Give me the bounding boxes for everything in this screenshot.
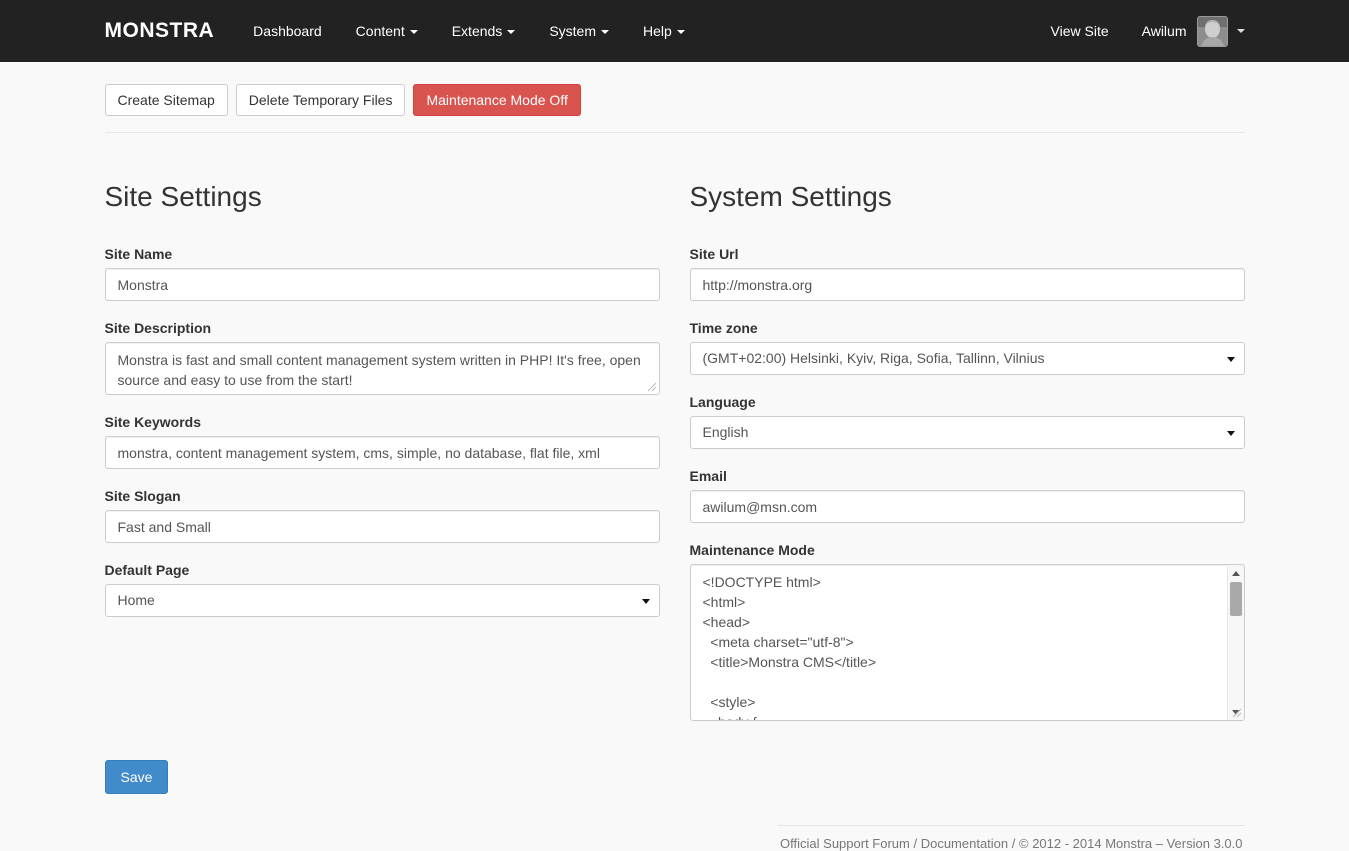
site-url-label: Site Url (690, 246, 1245, 262)
select-caret-icon (642, 599, 650, 604)
language-selected-value: English (703, 424, 749, 440)
page-footer: Official Support Forum / Documentation /… (778, 825, 1244, 851)
site-description-group: Site Description Monstra is fast and sma… (105, 320, 660, 395)
chevron-down-icon (507, 30, 515, 34)
navbar-right: View Site Awilum (1036, 13, 1245, 49)
site-name-input[interactable] (105, 268, 660, 301)
user-menu[interactable]: Awilum (1142, 16, 1245, 47)
site-url-input[interactable] (690, 268, 1245, 301)
actions-toolbar: Create Sitemap Delete Temporary Files Ma… (105, 84, 1245, 116)
site-settings-title: Site Settings (105, 181, 660, 213)
save-row: Save (105, 760, 1245, 794)
nav-item-label: Help (643, 23, 672, 39)
language-select[interactable]: English (690, 416, 1245, 449)
maintenance-mode-group: Maintenance Mode <!DOCTYPE html> <html> … (690, 542, 1245, 721)
textarea-scrollbar (1227, 565, 1244, 720)
maintenance-mode-label: Maintenance Mode (690, 542, 1245, 558)
nav-item-label: System (549, 23, 596, 39)
timezone-select[interactable]: (GMT+02:00) Helsinki, Kyiv, Riga, Sofia,… (690, 342, 1245, 375)
view-site-link[interactable]: View Site (1036, 13, 1124, 49)
maintenance-mode-textarea[interactable]: <!DOCTYPE html> <html> <head> <meta char… (690, 564, 1245, 721)
site-slogan-label: Site Slogan (105, 488, 660, 504)
default-page-select[interactable]: Home (105, 584, 660, 617)
language-label: Language (690, 394, 1245, 410)
select-caret-icon (1227, 357, 1235, 362)
email-label: Email (690, 468, 1245, 484)
copyright-text: © 2012 - 2014 Monstra – Version 3.0.0 (1019, 836, 1243, 851)
maintenance-mode-code: <!DOCTYPE html> <html> <head> <meta char… (691, 565, 1244, 721)
default-page-selected-value: Home (118, 592, 155, 608)
default-page-group: Default Page Home (105, 562, 660, 617)
chevron-down-icon (677, 30, 685, 34)
language-group: Language English (690, 394, 1245, 449)
site-description-text: Monstra is fast and small content manage… (106, 343, 659, 395)
main-nav: Dashboard Content Extends System Help (236, 13, 702, 49)
timezone-label: Time zone (690, 320, 1245, 336)
timezone-selected-value: (GMT+02:00) Helsinki, Kyiv, Riga, Sofia,… (703, 350, 1045, 366)
email-group: Email (690, 468, 1245, 523)
site-keywords-label: Site Keywords (105, 414, 660, 430)
create-sitemap-button[interactable]: Create Sitemap (105, 84, 228, 116)
scroll-up-icon[interactable] (1228, 565, 1244, 581)
site-keywords-group: Site Keywords (105, 414, 660, 469)
chevron-down-icon (601, 30, 609, 34)
save-button[interactable]: Save (105, 760, 169, 794)
nav-item-extends[interactable]: Extends (435, 13, 533, 49)
support-forum-link[interactable]: Official Support Forum (780, 836, 910, 851)
user-name: Awilum (1142, 23, 1187, 39)
site-description-label: Site Description (105, 320, 660, 336)
chevron-down-icon (1237, 29, 1245, 33)
site-url-group: Site Url (690, 246, 1245, 301)
system-settings-column: System Settings Site Url Time zone (GMT+… (690, 133, 1245, 740)
delete-temporary-files-button[interactable]: Delete Temporary Files (236, 84, 406, 116)
brand-logo[interactable]: MONSTRA (105, 19, 215, 43)
site-description-textarea[interactable]: Monstra is fast and small content manage… (105, 342, 660, 395)
maintenance-mode-off-button[interactable]: Maintenance Mode Off (413, 84, 580, 116)
footer-separator: / (1008, 836, 1019, 851)
footer-row: Official Support Forum / Documentation /… (105, 825, 1245, 851)
top-navbar: MONSTRA Dashboard Content Extends System… (0, 0, 1349, 62)
site-name-label: Site Name (105, 246, 660, 262)
nav-item-label: Dashboard (253, 23, 322, 39)
nav-item-label: Content (356, 23, 405, 39)
nav-item-system[interactable]: System (532, 13, 626, 49)
system-settings-title: System Settings (690, 181, 1245, 213)
resize-grip-icon[interactable] (1232, 708, 1242, 718)
site-settings-column: Site Settings Site Name Site Description… (105, 133, 660, 740)
scrollbar-thumb[interactable] (1230, 582, 1242, 616)
timezone-group: Time zone (GMT+02:00) Helsinki, Kyiv, Ri… (690, 320, 1245, 375)
documentation-link[interactable]: Documentation (921, 836, 1008, 851)
nav-item-dashboard[interactable]: Dashboard (236, 13, 339, 49)
footer-separator: / (910, 836, 921, 851)
email-input[interactable] (690, 490, 1245, 523)
nav-item-help[interactable]: Help (626, 13, 702, 49)
site-name-group: Site Name (105, 246, 660, 301)
site-slogan-input[interactable] (105, 510, 660, 543)
nav-item-content[interactable]: Content (339, 13, 435, 49)
chevron-down-icon (410, 30, 418, 34)
resize-grip-icon[interactable] (647, 382, 657, 392)
settings-columns: Site Settings Site Name Site Description… (105, 133, 1245, 740)
nav-item-label: Extends (452, 23, 503, 39)
default-page-label: Default Page (105, 562, 660, 578)
site-slogan-group: Site Slogan (105, 488, 660, 543)
site-keywords-input[interactable] (105, 436, 660, 469)
select-caret-icon (1227, 431, 1235, 436)
avatar-image (1197, 16, 1228, 47)
